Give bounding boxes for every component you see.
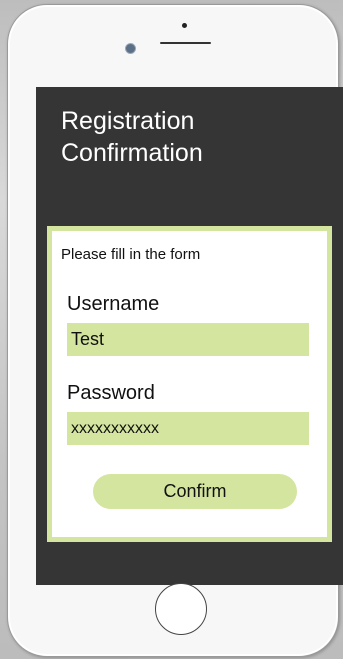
speaker-grille — [160, 42, 211, 44]
password-input[interactable] — [67, 412, 309, 445]
confirm-button[interactable]: Confirm — [93, 474, 297, 509]
proximity-sensor — [182, 23, 187, 28]
page-title: Registration Confirmation — [61, 107, 203, 167]
registration-form: Please fill in the form Username Passwor… — [47, 226, 332, 542]
camera-icon — [125, 43, 136, 54]
home-button-icon[interactable] — [155, 583, 207, 635]
phone-frame: Registration Confirmation Please fill in… — [7, 4, 343, 657]
form-instructions: Please fill in the form — [61, 246, 201, 263]
password-label: Password — [67, 382, 155, 404]
username-label: Username — [67, 293, 160, 315]
phone-screen: Registration Confirmation Please fill in… — [36, 87, 343, 585]
username-input[interactable] — [67, 323, 309, 356]
